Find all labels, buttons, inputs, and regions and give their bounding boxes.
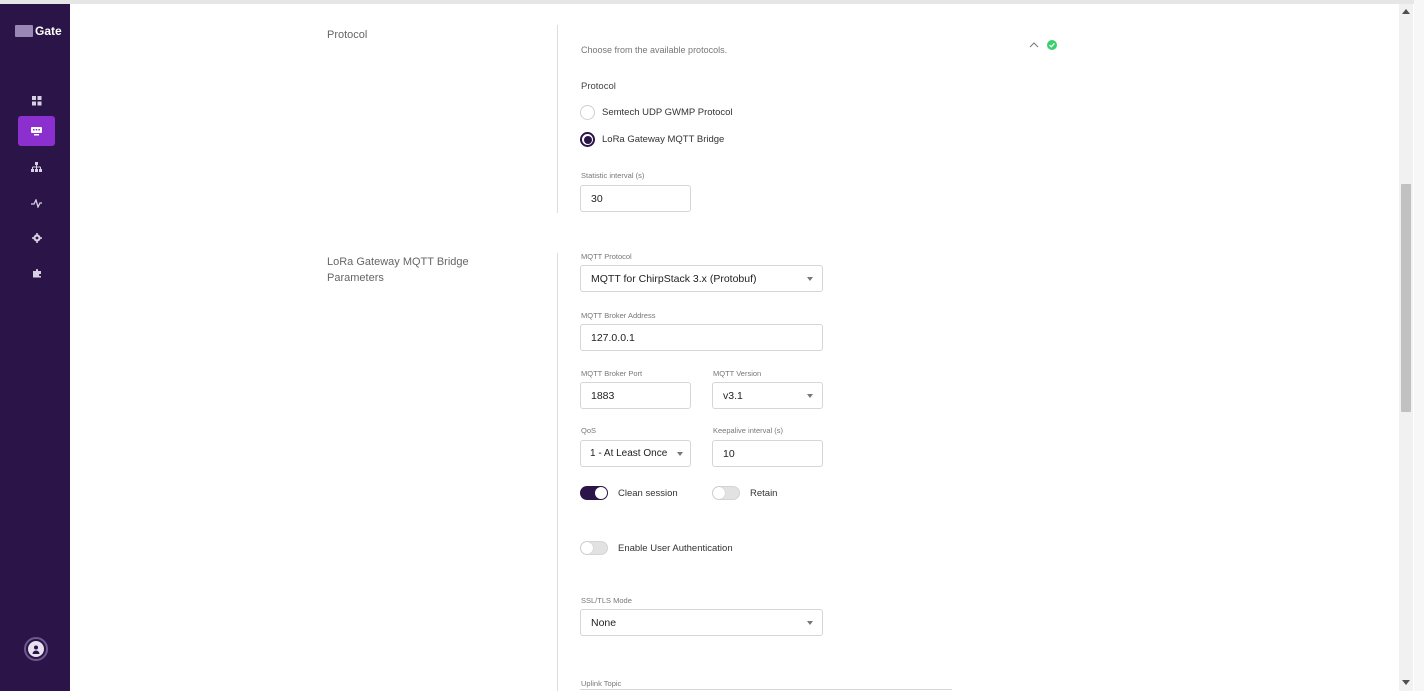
keepalive-label: Keepalive interval (s) [713,426,784,435]
retain-label: Retain [750,487,778,499]
window-top-border [0,0,1424,4]
mqtt-version-value: v3.1 [723,389,743,402]
clean-session-label: Clean session [618,487,678,499]
gateway-icon [31,126,42,135]
user-icon [28,641,44,657]
mqtt-version-label: MQTT Version [713,369,762,378]
logo-mark [15,25,33,37]
radio-semtech-udp[interactable]: Semtech UDP GWMP Protocol [580,105,733,120]
extensions-icon [32,268,41,278]
chevron-down-icon [807,394,813,398]
protocol-status [1029,40,1057,50]
broker-port-value: 1883 [591,389,615,402]
clean-session-switch[interactable] [580,486,608,500]
uplink-topic-label: Uplink Topic [581,679,622,688]
broker-port-input[interactable]: 1883 [580,382,691,409]
statistic-interval-label: Statistic interval (s) [581,171,645,180]
radio-circle[interactable] [580,105,595,120]
broker-port-label: MQTT Broker Port [581,369,643,378]
protocol-section-title: Protocol [327,29,368,41]
mqtt-protocol-select[interactable]: MQTT for ChirpStack 3.x (Protobuf) [580,265,823,292]
qos-label: QoS [581,426,597,435]
retain-toggle[interactable]: Retain [712,486,777,500]
user-auth-label: Enable User Authentication [618,542,733,554]
section-divider [557,25,558,213]
sidebar-item-extensions[interactable] [18,258,55,288]
statistic-interval-value: 30 [591,192,603,205]
radio-lora-mqtt-bridge[interactable]: LoRa Gateway MQTT Bridge [580,132,724,147]
mqtt-section-title-line1: LoRa Gateway MQTT Bridge [327,256,469,268]
clean-session-toggle[interactable]: Clean session [580,486,678,500]
user-auth-toggle[interactable]: Enable User Authentication [580,541,733,555]
mqtt-section-title-line2: Parameters [327,272,384,284]
retain-switch[interactable] [712,486,740,500]
ssl-mode-value: None [591,616,617,629]
user-auth-switch[interactable] [580,541,608,555]
broker-address-input[interactable]: 127.0.0.1 [580,324,823,351]
keepalive-value: 10 [723,447,735,460]
sidebar-item-gateway[interactable] [18,116,55,146]
qos-value: 1 - At Least Once [590,448,668,459]
user-avatar[interactable] [24,637,48,661]
mqtt-protocol-value: MQTT for ChirpStack 3.x (Protobuf) [591,272,757,285]
broker-address-value: 127.0.0.1 [591,331,635,344]
activity-icon [31,198,42,208]
sidebar: Gate [0,4,70,691]
radio-label: Semtech UDP GWMP Protocol [602,107,733,118]
statistic-interval-input[interactable]: 30 [580,185,691,212]
mqtt-section-title: LoRa Gateway MQTT Bridge Parameters [327,254,469,286]
ssl-mode-label: SSL/TLS Mode [581,596,632,605]
dashboard-icon [31,96,41,106]
chevron-down-icon [807,277,813,281]
chevron-up-icon[interactable] [1029,42,1039,48]
section-divider [557,253,558,691]
logo-text: Gate [35,24,62,38]
check-circle-icon [1047,40,1057,50]
broker-address-label: MQTT Broker Address [581,311,656,320]
protocol-subheading: Protocol [581,81,616,92]
protocol-description: Choose from the available protocols. [581,45,728,55]
ssl-mode-select[interactable]: None [580,609,823,636]
sidebar-item-settings[interactable] [18,223,55,253]
chevron-down-icon [807,621,813,625]
radio-circle[interactable] [580,132,595,147]
scroll-down-icon[interactable] [1402,680,1410,685]
mqtt-protocol-label: MQTT Protocol [581,252,632,261]
keepalive-input[interactable]: 10 [712,440,823,467]
sidebar-item-activity[interactable] [18,188,55,218]
app-logo[interactable]: Gate [15,24,62,38]
window-right-border [1414,0,1424,691]
network-icon [31,162,42,172]
chevron-down-icon [677,452,683,456]
sidebar-item-network[interactable] [18,152,55,182]
radio-label: LoRa Gateway MQTT Bridge [602,134,725,145]
scrollbar-thumb[interactable] [1401,184,1411,412]
qos-select[interactable]: 1 - At Least Once [580,440,691,467]
sidebar-item-dashboard[interactable] [18,86,55,116]
mqtt-version-select[interactable]: v3.1 [712,382,823,409]
scroll-up-icon[interactable] [1402,9,1410,14]
settings-icon [31,233,42,243]
